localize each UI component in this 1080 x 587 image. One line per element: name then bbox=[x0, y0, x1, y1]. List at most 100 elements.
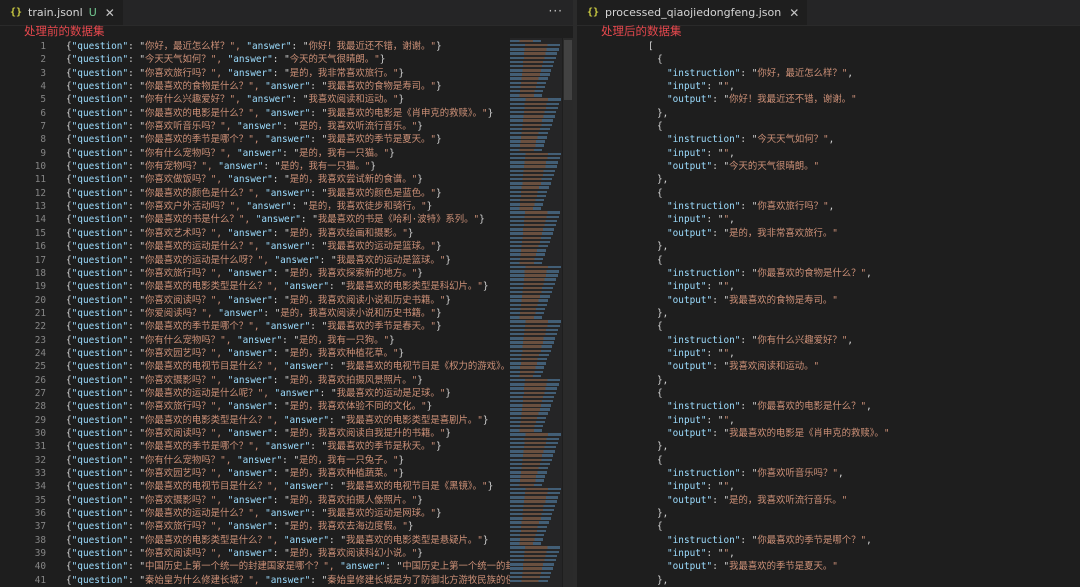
more-actions-icon[interactable]: ··· bbox=[549, 4, 563, 18]
code-line[interactable]: 27 {"question": "你最喜欢的运动是什么呢？", "answer":… bbox=[0, 387, 573, 400]
code-line[interactable]: 3 {"question": "你喜欢旅行吗？", "answer": "是的，我… bbox=[0, 67, 573, 80]
code-line[interactable]: 38 {"question": "你最喜欢的电影类型是什么？", "answer"… bbox=[0, 534, 573, 547]
code-line[interactable]: 34 {"question": "你最喜欢的电视节目是什么？", "answer"… bbox=[0, 480, 573, 493]
code-line[interactable]: 4"input": "", bbox=[577, 80, 1080, 93]
code-line[interactable]: 28"instruction": "你最喜欢的电影是什么？", bbox=[577, 400, 1080, 413]
tab-processed-json[interactable]: {} processed_qiaojiedongfeng.json ✕ bbox=[577, 0, 808, 25]
code-line[interactable]: 19 {"question": "你最喜欢的电影类型是什么？", "answer"… bbox=[0, 280, 573, 293]
code-line[interactable]: 30"output": "我最喜欢的电影是《肖申克的救赎》。" bbox=[577, 427, 1080, 440]
code-line[interactable]: 1 {"question": "你好，最近怎么样？", "answer": "你好… bbox=[0, 40, 573, 53]
punct: } bbox=[436, 81, 442, 93]
code-line[interactable]: 7 {"question": "你喜欢听音乐吗？", "answer": "是的，… bbox=[0, 120, 573, 133]
code-line[interactable]: 35"output": "是的，我喜欢听流行音乐。" bbox=[577, 494, 1080, 507]
code-line[interactable]: 7{ bbox=[577, 120, 1080, 133]
code-line[interactable]: 17{ bbox=[577, 254, 1080, 267]
vertical-scrollbar[interactable] bbox=[563, 38, 573, 587]
tab-train-jsonl[interactable]: {} train.jsonl U ✕ bbox=[0, 0, 123, 25]
code-line[interactable]: 23 {"question": "你有什么宠物吗？", "answer": "是的… bbox=[0, 334, 573, 347]
code-line[interactable]: 15 {"question": "你喜欢艺术吗？", "answer": "是的，… bbox=[0, 227, 573, 240]
minimap[interactable] bbox=[510, 38, 562, 587]
code-line[interactable]: 37{ bbox=[577, 520, 1080, 533]
punct: : " bbox=[706, 147, 724, 159]
code-line[interactable]: 9"input": "", bbox=[577, 147, 1080, 160]
code-lines[interactable]: 1[2{3"instruction": "你好，最近怎么样？",4"input"… bbox=[577, 40, 1080, 587]
code-line[interactable]: 13 {"question": "你喜欢户外活动吗？", "answer": "是… bbox=[0, 200, 573, 213]
minimap-line bbox=[510, 500, 557, 503]
code-line[interactable]: 24 {"question": "你喜欢园艺吗？", "answer": "是的，… bbox=[0, 347, 573, 360]
code-line[interactable]: 30 {"question": "你喜欢阅读吗？", "answer": "是的，… bbox=[0, 427, 573, 440]
code-line[interactable]: 25"output": "我喜欢阅读和运动。" bbox=[577, 360, 1080, 373]
code-line[interactable]: 24"input": "", bbox=[577, 347, 1080, 360]
code-line[interactable]: 26 {"question": "你喜欢摄影吗？", "answer": "是的，… bbox=[0, 374, 573, 387]
bracket: [ bbox=[648, 41, 654, 52]
code-line[interactable]: 16 {"question": "你最喜欢的运动是什么？", "answer": … bbox=[0, 240, 573, 253]
code-line[interactable]: 40"output": "我最喜欢的季节是夏天。" bbox=[577, 560, 1080, 573]
code-line[interactable]: 33 {"question": "你喜欢园艺吗？", "answer": "是的，… bbox=[0, 467, 573, 480]
code-line[interactable]: 22{ bbox=[577, 320, 1080, 333]
code-line[interactable]: 38"instruction": "你最喜欢的季节是哪个？", bbox=[577, 534, 1080, 547]
code-line[interactable]: 14 {"question": "你最喜欢的书是什么？", "answer": "… bbox=[0, 213, 573, 226]
code-line[interactable]: 31 {"question": "你最喜欢的季节是哪个？", "answer": … bbox=[0, 440, 573, 453]
code-line[interactable]: 1[ bbox=[577, 40, 1080, 53]
code-line[interactable]: 39 {"question": "你喜欢阅读吗？", "answer": "是的，… bbox=[0, 547, 573, 560]
code-line[interactable]: 35 {"question": "你喜欢摄影吗？", "answer": "是的，… bbox=[0, 494, 573, 507]
code-line[interactable]: 27{ bbox=[577, 387, 1080, 400]
code-line[interactable]: 11 {"question": "你喜欢做饭吗？", "answer": "是的，… bbox=[0, 173, 573, 186]
code-line[interactable]: 8"instruction": "今天天气如何？", bbox=[577, 133, 1080, 146]
code-line[interactable]: 18"instruction": "你最喜欢的食物是什么？", bbox=[577, 267, 1080, 280]
code-line[interactable]: 21}, bbox=[577, 307, 1080, 320]
code-line[interactable]: 22 {"question": "你最喜欢的季节是哪个？", "answer": … bbox=[0, 320, 573, 333]
code-line[interactable]: 25 {"question": "你最喜欢的电视节目是什么？", "answer"… bbox=[0, 360, 573, 373]
code-line[interactable]: 29"input": "", bbox=[577, 414, 1080, 427]
code-line[interactable]: 31}, bbox=[577, 440, 1080, 453]
code-line[interactable]: 3"instruction": "你好，最近怎么样？", bbox=[577, 67, 1080, 80]
question-value: 你爱阅读吗？ bbox=[145, 307, 202, 319]
code-line[interactable]: 8 {"question": "你最喜欢的季节是哪个？", "answer": "… bbox=[0, 133, 573, 146]
minimap-line bbox=[510, 437, 560, 440]
code-line[interactable]: 12 {"question": "你最喜欢的颜色是什么？", "answer": … bbox=[0, 187, 573, 200]
code-line[interactable]: 36 {"question": "你最喜欢的运动是什么？", "answer": … bbox=[0, 507, 573, 520]
code-line[interactable]: 17 {"question": "你最喜欢的运动是什么呀？", "answer":… bbox=[0, 254, 573, 267]
code-line[interactable]: 2{ bbox=[577, 53, 1080, 66]
code-line[interactable]: 23"instruction": "你有什么兴趣爱好？", bbox=[577, 334, 1080, 347]
json-key: input bbox=[672, 147, 701, 159]
code-lines[interactable]: 1 {"question": "你好，最近怎么样？", "answer": "你好… bbox=[0, 40, 573, 587]
code-line[interactable]: 9 {"question": "你有什么宠物吗？", "answer": "是的，… bbox=[0, 147, 573, 160]
code-line[interactable]: 10"output": "今天的天气很晴朗。" bbox=[577, 160, 1080, 173]
code-line[interactable]: 14"input": "", bbox=[577, 213, 1080, 226]
code-line[interactable]: 12{ bbox=[577, 187, 1080, 200]
code-line[interactable]: 34"input": "", bbox=[577, 480, 1080, 493]
code-line[interactable]: 32{ bbox=[577, 454, 1080, 467]
code-line[interactable]: 20 {"question": "你喜欢阅读吗？", "answer": "是的，… bbox=[0, 294, 573, 307]
code-line[interactable]: 40 {"question": "中国历史上第一个统一的封建国家是哪个？", "a… bbox=[0, 560, 573, 573]
close-icon[interactable]: ✕ bbox=[789, 6, 799, 20]
code-line[interactable]: 39"input": "", bbox=[577, 547, 1080, 560]
scrollbar-thumb[interactable] bbox=[564, 40, 572, 100]
code-line[interactable]: 29 {"question": "你最喜欢的电影类型是什么？", "answer"… bbox=[0, 414, 573, 427]
code-line[interactable]: 15"output": "是的，我非常喜欢旅行。" bbox=[577, 227, 1080, 240]
code-line[interactable]: 4 {"question": "你最喜欢的食物是什么？", "answer": "… bbox=[0, 80, 573, 93]
code-line[interactable]: 37 {"question": "你喜欢旅行吗？", "answer": "是的，… bbox=[0, 520, 573, 533]
code-line[interactable]: 41}, bbox=[577, 574, 1080, 587]
code-line[interactable]: 6}, bbox=[577, 107, 1080, 120]
close-icon[interactable]: ✕ bbox=[105, 6, 115, 20]
code-line[interactable]: 13"instruction": "你喜欢旅行吗？", bbox=[577, 200, 1080, 213]
code-line[interactable]: 16}, bbox=[577, 240, 1080, 253]
code-line[interactable]: 26}, bbox=[577, 374, 1080, 387]
code-line[interactable]: 11}, bbox=[577, 173, 1080, 186]
code-line[interactable]: 21 {"question": "你爱阅读吗？", "answer": "是的，我… bbox=[0, 307, 573, 320]
code-line[interactable]: 18 {"question": "你喜欢旅行吗？", "answer": "是的，… bbox=[0, 267, 573, 280]
answer-value: 是的，我喜欢绘画和摄影。 bbox=[289, 227, 403, 239]
code-line[interactable]: 41 {"question": "秦始皇为什么修建长城？", "answer": … bbox=[0, 574, 573, 587]
code-line[interactable]: 20"output": "我最喜欢的食物是寿司。" bbox=[577, 294, 1080, 307]
code-line[interactable]: 6 {"question": "你最喜欢的电影是什么？", "answer": "… bbox=[0, 107, 573, 120]
code-line[interactable]: 2 {"question": "今天天气如何？", "answer": "今天的天… bbox=[0, 53, 573, 66]
code-line[interactable]: 36}, bbox=[577, 507, 1080, 520]
code-line[interactable]: 5"output": "你好！我最近还不错，谢谢。" bbox=[577, 93, 1080, 106]
code-line[interactable]: 32 {"question": "你有什么宠物吗？", "answer": "是的… bbox=[0, 454, 573, 467]
code-line[interactable]: 19"input": "", bbox=[577, 280, 1080, 293]
code-line[interactable]: 33"instruction": "你喜欢听音乐吗？", bbox=[577, 467, 1080, 480]
code-line[interactable]: 28 {"question": "你喜欢旅行吗？", "answer": "是的，… bbox=[0, 400, 573, 413]
code-line[interactable]: 10 {"question": "你有宠物吗？", "answer": "是的，我… bbox=[0, 160, 573, 173]
code-line[interactable]: 5 {"question": "你有什么兴趣爱好？", "answer": "我喜… bbox=[0, 93, 573, 106]
